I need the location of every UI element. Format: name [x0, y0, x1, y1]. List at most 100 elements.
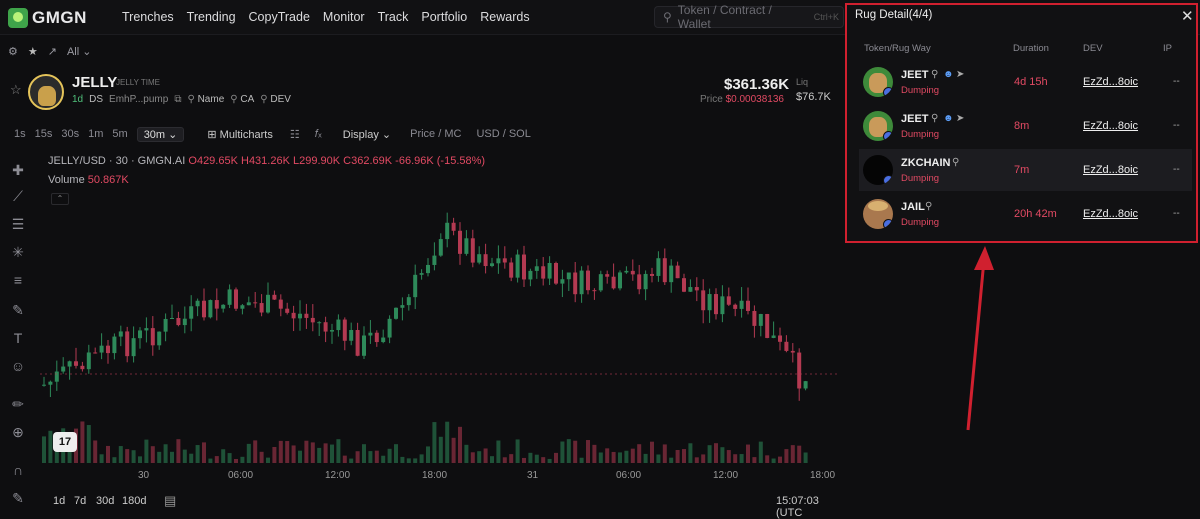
- volume-label: Volume: [48, 174, 85, 186]
- candle-body: [106, 345, 110, 354]
- price-mc-toggle[interactable]: Price / MC: [410, 128, 461, 140]
- fib-icon[interactable]: ☰: [10, 216, 26, 232]
- settings-icon[interactable]: ⚙: [8, 45, 18, 58]
- emoji-icon[interactable]: ☺: [10, 358, 26, 374]
- user-icon[interactable]: ☻: [943, 113, 954, 124]
- timeframe-1s[interactable]: 1s: [14, 128, 26, 140]
- price-chart[interactable]: [40, 150, 840, 468]
- nav-trenches[interactable]: Trenches: [122, 10, 174, 24]
- rug-row[interactable]: JEET ⚲ ☻ ➤ Dumping 4d 15h EzZd...8oic --: [859, 61, 1192, 103]
- multicharts-button[interactable]: ⊞ Multicharts: [207, 128, 272, 141]
- close-icon[interactable]: ✕: [1181, 7, 1194, 25]
- search-icon[interactable]: ⚲: [931, 113, 938, 124]
- timeframe-5m[interactable]: 5m: [112, 128, 127, 140]
- candle-body: [93, 352, 98, 354]
- trend-icon[interactable]: ↗: [48, 45, 57, 58]
- volume-bar: [541, 457, 546, 463]
- candle-body: [368, 332, 373, 336]
- volume-bar: [99, 454, 104, 463]
- ruler-icon[interactable]: ✏: [10, 396, 26, 412]
- search-icon[interactable]: ⚲: [925, 201, 932, 212]
- timeframe-30s[interactable]: 30s: [61, 128, 79, 140]
- nav-track[interactable]: Track: [378, 10, 409, 24]
- dev-address-link[interactable]: EzZd...8oic: [1083, 164, 1138, 176]
- magnet-icon[interactable]: ∩: [10, 462, 26, 478]
- display-dropdown[interactable]: Display ⌄: [343, 128, 391, 141]
- candle-body: [739, 300, 744, 309]
- candle-body: [374, 332, 379, 343]
- search-icon[interactable]: ⚲: [952, 157, 959, 168]
- search-icon[interactable]: ⚲: [931, 69, 938, 80]
- crosshair-icon[interactable]: ✚: [10, 162, 26, 178]
- dev-address-link[interactable]: EzZd...8oic: [1083, 76, 1138, 88]
- candle-body: [477, 254, 482, 263]
- search-name-link[interactable]: ⚲ Name: [187, 94, 224, 105]
- copy-icon[interactable]: ⧉: [174, 94, 181, 105]
- compare-icon[interactable]: ☷: [290, 128, 300, 141]
- gann-icon[interactable]: ≡: [10, 272, 26, 288]
- contract-address[interactable]: EmhP...pump: [109, 94, 168, 105]
- search-input[interactable]: ⚲ Token / Contract / Wallet Ctrl+K: [654, 3, 844, 31]
- volume-bar: [163, 444, 168, 463]
- nav-copytrade[interactable]: CopyTrade: [249, 10, 310, 24]
- usd-sol-toggle[interactable]: USD / SOL: [476, 128, 530, 140]
- telegram-icon[interactable]: ➤: [956, 69, 964, 80]
- nav-rewards[interactable]: Rewards: [480, 10, 529, 24]
- collapse-indicators-button[interactable]: ⌃: [51, 193, 69, 205]
- indicators-icon[interactable]: 𝑓ₓ: [315, 128, 322, 141]
- candle-body: [202, 300, 206, 318]
- pattern-icon[interactable]: ✳: [10, 244, 26, 260]
- candle-body: [182, 318, 187, 326]
- liq-label: Liq: [796, 77, 809, 87]
- timeframe-1m[interactable]: 1m: [88, 128, 103, 140]
- date-range-icon[interactable]: ▤: [164, 493, 176, 509]
- candle-body: [733, 304, 738, 309]
- trendline-icon[interactable]: ⟋: [10, 188, 26, 204]
- rug-way: Dumping: [901, 85, 940, 96]
- price-line: Price $0.00038136: [700, 94, 784, 105]
- favorite-star-icon[interactable]: ☆: [10, 82, 22, 98]
- volume-bar: [586, 440, 590, 463]
- telegram-icon[interactable]: ➤: [956, 113, 964, 124]
- search-dev-link[interactable]: ⚲ DEV: [260, 94, 291, 105]
- rug-detail-title: Rug Detail(4/4): [855, 9, 933, 21]
- rug-row[interactable]: JEET ⚲ ☻ ➤ Dumping 8m EzZd...8oic --: [859, 105, 1192, 147]
- volume-bar: [170, 451, 174, 463]
- timeframe-15s[interactable]: 15s: [35, 128, 53, 140]
- dev-address-link[interactable]: EzZd...8oic: [1083, 120, 1138, 132]
- user-icon[interactable]: ☻: [943, 69, 954, 80]
- volume-bar: [682, 449, 686, 463]
- rug-row[interactable]: ZKCHAIN ⚲ Dumping 7m EzZd...8oic --: [859, 149, 1192, 191]
- range-1d[interactable]: 1d: [53, 495, 65, 507]
- volume-bar: [298, 450, 302, 463]
- timeframe-30m[interactable]: 30m ⌄: [136, 126, 185, 142]
- nav-portfolio[interactable]: Portfolio: [421, 10, 467, 24]
- range-180d[interactable]: 180d: [122, 495, 146, 507]
- candle-body: [656, 258, 661, 276]
- rug-row[interactable]: JAIL ⚲ Dumping 20h 42m EzZd...8oic --: [859, 193, 1192, 235]
- brush-icon[interactable]: ✎: [10, 302, 26, 318]
- text-icon[interactable]: T: [10, 330, 26, 346]
- range-7d[interactable]: 7d: [74, 495, 86, 507]
- candle-body: [611, 276, 616, 289]
- volume-bar: [381, 455, 386, 463]
- volume-bar: [458, 426, 462, 463]
- dexscreener-link[interactable]: DS: [89, 94, 103, 105]
- lock-icon[interactable]: ✎: [10, 490, 26, 506]
- nav-monitor[interactable]: Monitor: [323, 10, 365, 24]
- volume-bar: [368, 451, 373, 463]
- zoom-icon[interactable]: ⊕: [10, 424, 26, 440]
- search-ca-link[interactable]: ⚲ CA: [230, 94, 254, 105]
- brand-logo[interactable]: GMGN: [8, 8, 87, 28]
- col-dev: DEV: [1083, 43, 1103, 54]
- candle-body: [496, 258, 501, 264]
- star-icon[interactable]: ★: [28, 45, 38, 58]
- token-name: JELLY TIME: [116, 78, 161, 87]
- range-30d[interactable]: 30d: [96, 495, 114, 507]
- nav-trending[interactable]: Trending: [187, 10, 236, 24]
- dev-address-link[interactable]: EzZd...8oic: [1083, 208, 1138, 220]
- candle-body: [195, 300, 200, 307]
- filter-all[interactable]: All ⌄: [67, 45, 92, 58]
- tradingview-logo-icon[interactable]: 17: [53, 432, 77, 452]
- candle-body: [694, 287, 699, 291]
